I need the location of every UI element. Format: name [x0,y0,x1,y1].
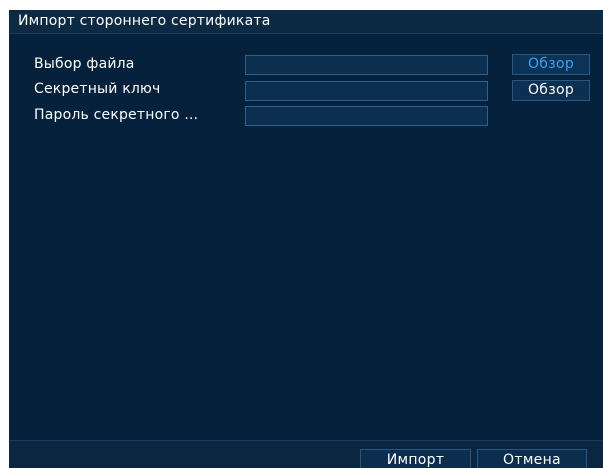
file-browse-button[interactable]: Обзор [512,54,590,75]
cancel-button[interactable]: Отмена [477,449,587,468]
dialog-title-bar: Импорт стороннего сертификата [9,10,603,34]
import-button[interactable]: Импорт [360,449,471,468]
file-select-field[interactable] [245,55,488,75]
secret-key-field[interactable] [245,81,488,101]
dialog-footer: Импорт Отмена [9,440,603,468]
dialog-title: Импорт стороннего сертификата [18,13,271,29]
secret-password-field[interactable] [245,106,488,126]
import-certificate-dialog: Импорт стороннего сертификата Выбор файл… [9,10,603,468]
file-select-label: Выбор файла [34,56,135,72]
secret-key-label: Секретный ключ [34,81,161,97]
secret-key-browse-button[interactable]: Обзор [512,80,590,101]
secret-password-label: Пароль секретного ... [34,107,199,123]
